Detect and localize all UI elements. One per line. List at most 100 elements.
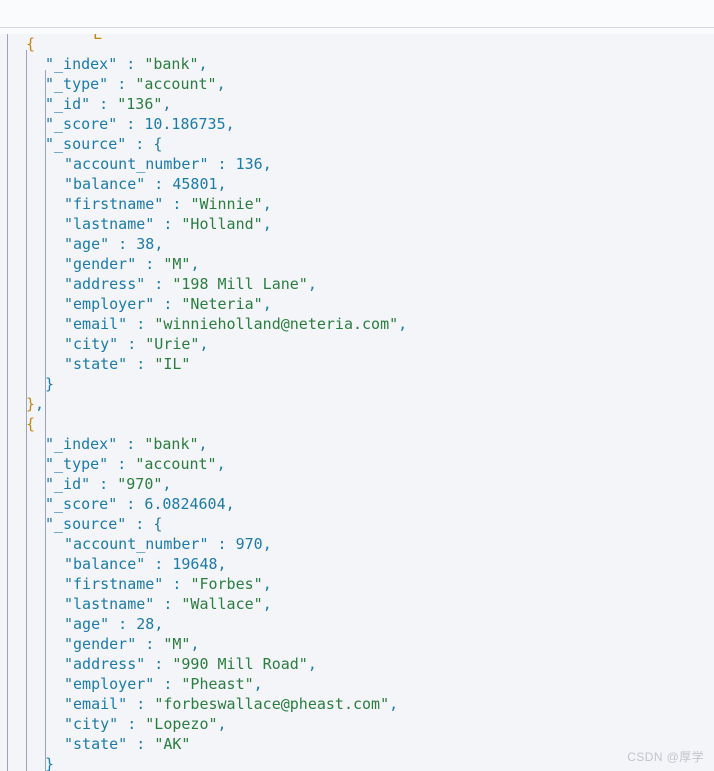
code-line: "balance" : 19648, — [0, 554, 714, 574]
code-line: "lastname" : "Wallace", — [0, 594, 714, 614]
code-line: "balance" : 45801, — [0, 174, 714, 194]
code-line: "address" : "198 Mill Lane", — [0, 274, 714, 294]
code-token: , — [262, 595, 272, 613]
code-token: , — [198, 435, 208, 453]
code-line-list: {"_index" : "bank", "_type" : "account", "… — [0, 34, 714, 771]
code-line: "employer" : "Pheast", — [0, 674, 714, 694]
code-token: "bank" — [144, 55, 199, 73]
code-token: , — [253, 675, 263, 693]
code-token: "firstname" — [64, 575, 164, 593]
code-token: "_index" — [45, 435, 118, 453]
code-token: : — [154, 215, 182, 233]
code-token: : — [145, 555, 173, 573]
code-token: "Holland" — [181, 215, 263, 233]
code-line: "firstname" : "Winnie", — [0, 194, 714, 214]
code-token: "Wallace" — [181, 595, 263, 613]
json-response-viewer: L {"_index" : "bank", "_type" : "account"… — [0, 0, 714, 771]
code-line: "state" : "AK" — [0, 734, 714, 754]
code-token: : — [136, 255, 164, 273]
code-token: "balance" — [64, 555, 146, 573]
code-token: "balance" — [64, 175, 146, 193]
code-token: : — [127, 355, 155, 373]
code-line: "_source" : { — [0, 134, 714, 154]
code-token: "account_number" — [64, 155, 209, 173]
code-token: "forbeswallace@pheast.com" — [154, 695, 390, 713]
code-line: "city" : "Urie", — [0, 334, 714, 354]
code-token: "Neteria" — [181, 295, 263, 313]
code-token: "state" — [64, 735, 128, 753]
code-token: "winnieholland@neteria.com" — [154, 315, 399, 333]
code-token: 28 — [136, 615, 155, 633]
code-token: : — [154, 295, 182, 313]
code-token: "city" — [64, 335, 119, 353]
code-token: , — [262, 215, 272, 233]
code-token: : — [127, 315, 155, 333]
code-token: "bank" — [144, 435, 199, 453]
code-token: , — [307, 655, 317, 673]
code-token: , — [262, 155, 272, 173]
code-token: : — [208, 535, 236, 553]
code-token: : — [127, 695, 155, 713]
code-token: "Lopezo" — [145, 715, 218, 733]
code-token: , — [35, 395, 45, 413]
code-token: "_source" — [45, 135, 127, 153]
code-line: "gender" : "M", — [0, 254, 714, 274]
csdn-watermark: CSDN @厚学 — [627, 750, 704, 764]
code-token: } — [45, 755, 55, 771]
code-line: "_score" : 10.186735, — [0, 114, 714, 134]
code-line: "email" : "forbeswallace@pheast.com", — [0, 694, 714, 714]
code-token: , — [389, 695, 399, 713]
code-token: , — [398, 315, 408, 333]
code-token: "account" — [135, 455, 217, 473]
code-token: "Winnie" — [190, 195, 263, 213]
code-token: : — [154, 675, 182, 693]
code-line: "age" : 38, — [0, 234, 714, 254]
code-line: "_score" : 6.0824604, — [0, 494, 714, 514]
code-token: : — [109, 235, 137, 253]
code-token: "address" — [64, 275, 146, 293]
code-line: "_type" : "account", — [0, 454, 714, 474]
code-token: : — [145, 275, 173, 293]
code-token: , — [262, 295, 272, 313]
code-token: "age" — [64, 235, 110, 253]
code-token: : — [126, 135, 154, 153]
code-token: "_id" — [45, 475, 91, 493]
code-line: "_index" : "bank", — [0, 54, 714, 74]
code-token: 6.0824604 — [144, 495, 226, 513]
code-scroll-area[interactable]: L {"_index" : "bank", "_type" : "account"… — [0, 34, 714, 771]
code-line: "account_number" : 136, — [0, 154, 714, 174]
code-line: "email" : "winnieholland@neteria.com", — [0, 314, 714, 334]
code-token: "city" — [64, 715, 119, 733]
code-token: } — [45, 375, 55, 393]
code-line: { — [0, 414, 714, 434]
code-token: "M" — [163, 635, 191, 653]
code-token: "IL" — [154, 355, 191, 373]
code-line: "_type" : "account", — [0, 74, 714, 94]
code-token: "address" — [64, 655, 146, 673]
code-token: : — [108, 75, 136, 93]
code-token: 136 — [235, 155, 263, 173]
code-token: "Urie" — [145, 335, 200, 353]
code-token: , — [199, 335, 209, 353]
code-line: "firstname" : "Forbes", — [0, 574, 714, 594]
code-token: , — [217, 555, 227, 573]
code-token: : — [208, 155, 236, 173]
code-token: "account_number" — [64, 535, 209, 553]
code-line: "_source" : { — [0, 514, 714, 534]
code-token: "AK" — [154, 735, 191, 753]
code-line: }, — [0, 394, 714, 414]
code-token: : — [108, 455, 136, 473]
code-token: , — [154, 615, 164, 633]
code-token: : — [117, 495, 145, 513]
code-line: } — [0, 754, 714, 771]
toolbar-strip — [0, 0, 714, 27]
code-token: "employer" — [64, 675, 155, 693]
code-token: , — [262, 535, 272, 553]
code-line: "_id" : "970", — [0, 474, 714, 494]
code-token: "lastname" — [64, 215, 155, 233]
code-token: "_score" — [45, 495, 118, 513]
code-token: , — [216, 75, 226, 93]
code-line: "address" : "990 Mill Road", — [0, 654, 714, 674]
code-token: "136" — [117, 95, 163, 113]
code-token: "gender" — [64, 255, 137, 273]
